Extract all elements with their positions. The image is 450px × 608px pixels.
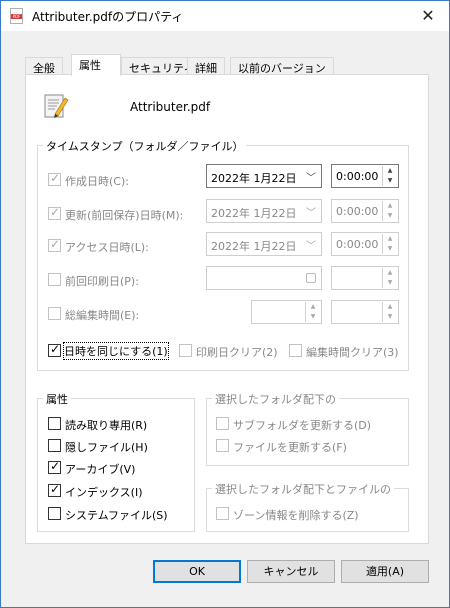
properties-dialog: PDF Attributer.pdfのプロパティ ✕ 全般 属性 セキュリティ … xyxy=(0,0,450,608)
spinner-buttons[interactable]: ▲ ▼ xyxy=(305,302,320,322)
chevron-down-icon: ﹀ xyxy=(306,241,316,252)
hidden-label: 隠しファイル(H) xyxy=(65,441,148,454)
created-time-spinner[interactable]: 0:00:00 ▲ ▼ xyxy=(331,164,399,188)
last-printed-date-picker[interactable] xyxy=(206,266,322,290)
folder-group-label: 選択したフォルダ配下の xyxy=(212,391,339,407)
same-time-label: 日時を同じにする(1) xyxy=(63,342,169,360)
update-subfolders-label: サブフォルダを更新する(D) xyxy=(233,419,372,432)
timestamp-group-label: タイムスタンプ（フォルダ／ファイル） xyxy=(43,138,247,154)
apply-button[interactable]: 適用(A) xyxy=(341,560,429,583)
modified-date-picker[interactable]: 2022年 1月22日 ﹀ xyxy=(206,199,322,223)
accessed-time-spinner[interactable]: 0:00:00 ▲ ▼ xyxy=(331,232,399,256)
edit-time-clear-label: 編集時間クリア(3) xyxy=(306,346,399,359)
last-printed-checkbox[interactable] xyxy=(48,273,61,286)
update-subfolders-checkbox[interactable] xyxy=(216,417,229,430)
hidden-checkbox[interactable] xyxy=(48,439,61,452)
last-printed-label: 前回印刷日(P): xyxy=(65,275,139,288)
read-only-label: 読み取り専用(R) xyxy=(65,419,148,432)
spinner-buttons[interactable]: ▲ ▼ xyxy=(382,166,397,186)
accessed-label: アクセス日時(L): xyxy=(65,241,149,254)
update-files-checkbox[interactable] xyxy=(216,439,229,452)
total-edit-time-spinner[interactable]: ▲ ▼ xyxy=(331,300,399,324)
modified-checkbox[interactable]: ✓ xyxy=(48,205,61,220)
system-file-label: システムファイル(S) xyxy=(65,509,168,522)
index-checkbox[interactable]: ✓ xyxy=(48,482,61,497)
system-file-checkbox[interactable] xyxy=(48,507,61,520)
created-date-picker[interactable]: 2022年 1月22日 ﹀ xyxy=(206,164,322,188)
cancel-button[interactable]: キャンセル xyxy=(247,560,335,583)
total-edit-days-spinner[interactable]: ▲ ▼ xyxy=(251,300,322,324)
document-edit-icon xyxy=(44,94,69,118)
spinner-buttons[interactable]: ▲ ▼ xyxy=(382,268,397,288)
pdf-file-icon: PDF xyxy=(10,8,23,24)
chevron-down-icon: ﹀ xyxy=(306,208,316,219)
attributes-group-label: 属性 xyxy=(43,391,71,407)
read-only-checkbox[interactable] xyxy=(48,417,61,430)
folder-file-group-label: 選択したフォルダ配下とファイルの xyxy=(212,481,394,497)
chevron-down-icon: ﹀ xyxy=(306,173,316,184)
checkbox-icon xyxy=(306,273,316,283)
total-edit-time-label: 総編集時間(E): xyxy=(65,309,140,322)
print-clear-checkbox[interactable] xyxy=(179,344,192,357)
file-name: Attributer.pdf xyxy=(130,100,211,114)
accessed-checkbox[interactable]: ✓ xyxy=(48,237,61,252)
close-icon[interactable]: ✕ xyxy=(413,3,443,29)
window-title: Attributer.pdfのプロパティ xyxy=(32,10,184,24)
spinner-buttons[interactable]: ▲ ▼ xyxy=(382,201,397,221)
archive-label: アーカイブ(V) xyxy=(65,463,136,476)
accessed-date-picker[interactable]: 2022年 1月22日 ﹀ xyxy=(206,232,322,256)
same-time-checkbox[interactable]: ✓ xyxy=(48,342,61,357)
print-clear-label: 印刷日クリア(2) xyxy=(196,346,278,359)
tab-attributes[interactable]: 属性 xyxy=(71,54,121,76)
archive-checkbox[interactable]: ✓ xyxy=(48,459,61,474)
last-printed-time-spinner[interactable]: ▲ ▼ xyxy=(331,266,399,290)
update-files-label: ファイルを更新する(F) xyxy=(233,441,347,454)
index-label: インデックス(I) xyxy=(65,486,143,499)
title-bar[interactable]: PDF Attributer.pdfのプロパティ ✕ xyxy=(1,1,449,31)
total-edit-time-checkbox[interactable] xyxy=(48,307,61,320)
modified-time-spinner[interactable]: 0:00:00 ▲ ▼ xyxy=(331,199,399,223)
modified-label: 更新(前回保存)日時(M): xyxy=(65,209,184,222)
remove-zone-info-checkbox[interactable] xyxy=(216,507,229,520)
ok-button[interactable]: OK xyxy=(153,560,241,583)
remove-zone-info-label: ゾーン情報を削除する(Z) xyxy=(233,509,359,522)
edit-time-clear-checkbox[interactable] xyxy=(289,344,302,357)
spinner-buttons[interactable]: ▲ ▼ xyxy=(382,302,397,322)
created-label: 作成日時(C): xyxy=(65,175,129,188)
created-checkbox[interactable]: ✓ xyxy=(48,171,61,186)
spinner-buttons[interactable]: ▲ ▼ xyxy=(382,234,397,254)
